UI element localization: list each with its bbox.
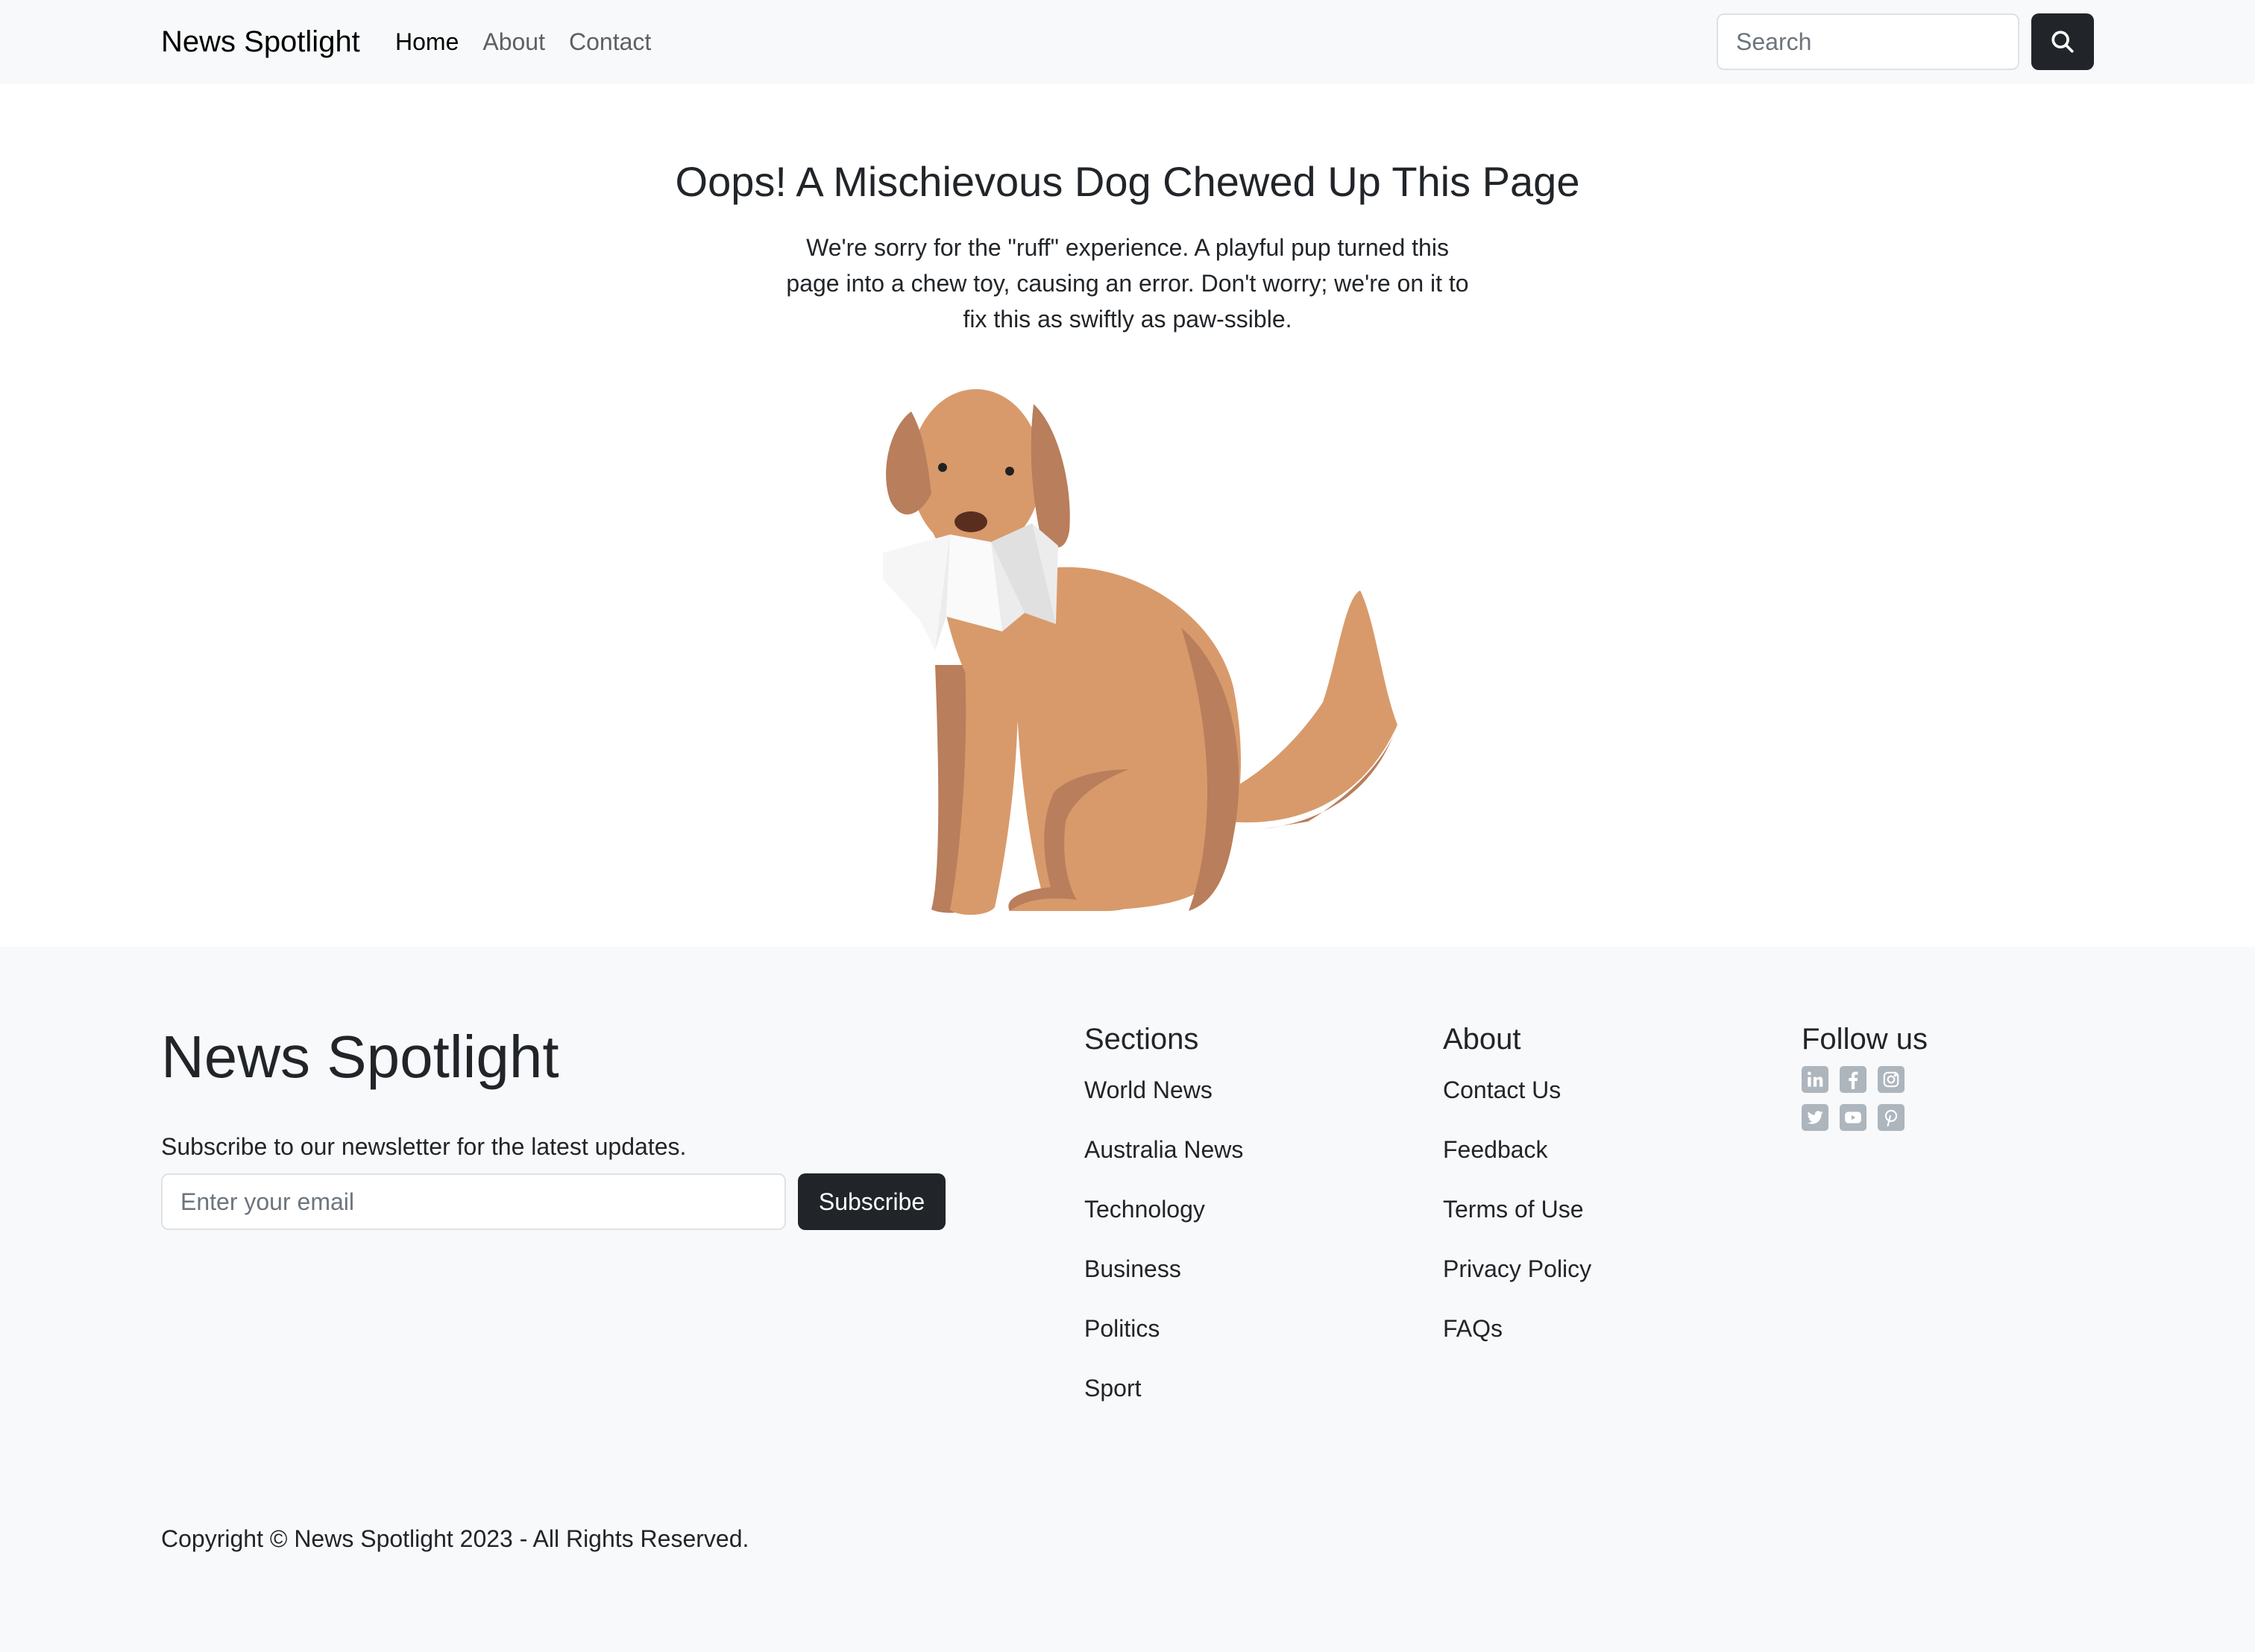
- sections-list: World News Australia News Technology Bus…: [1084, 1072, 1243, 1430]
- email-input[interactable]: [161, 1173, 786, 1230]
- facebook-icon[interactable]: [1840, 1066, 1866, 1093]
- copyright: Copyright © News Spotlight 2023 - All Ri…: [161, 1525, 749, 1552]
- sections-heading: Sections: [1084, 1023, 1199, 1056]
- footer-link-business[interactable]: Business: [1084, 1251, 1243, 1311]
- footer-link-politics[interactable]: Politics: [1084, 1311, 1243, 1370]
- nav-links: Home About Contact: [395, 22, 651, 61]
- pinterest-icon[interactable]: [1878, 1104, 1905, 1131]
- subscribe-button[interactable]: Subscribe: [798, 1173, 946, 1230]
- nav-link-about[interactable]: About: [482, 22, 545, 61]
- error-main: Oops! A Mischievous Dog Chewed Up This P…: [0, 83, 2255, 947]
- dog-illustration: [883, 389, 1397, 915]
- footer-link-australia-news[interactable]: Australia News: [1084, 1132, 1243, 1191]
- search-input[interactable]: [1717, 13, 2019, 70]
- twitter-icon[interactable]: [1802, 1104, 1828, 1131]
- footer: News Spotlight Subscribe to our newslett…: [0, 947, 2255, 1652]
- footer-link-privacy[interactable]: Privacy Policy: [1443, 1251, 1591, 1311]
- footer-link-world-news[interactable]: World News: [1084, 1072, 1243, 1132]
- follow-heading: Follow us: [1802, 1023, 1928, 1056]
- error-title: Oops! A Mischievous Dog Chewed Up This P…: [675, 158, 1580, 205]
- search-button[interactable]: [2031, 13, 2094, 70]
- footer-link-terms[interactable]: Terms of Use: [1443, 1191, 1591, 1251]
- footer-link-contact-us[interactable]: Contact Us: [1443, 1072, 1591, 1132]
- search-icon: [2051, 31, 2074, 53]
- nav-link-home[interactable]: Home: [395, 22, 459, 61]
- navbar: News Spotlight Home About Contact: [0, 0, 2255, 83]
- footer-brand: News Spotlight: [161, 1024, 559, 1090]
- nav-link-contact[interactable]: Contact: [569, 22, 651, 61]
- newsletter-text: Subscribe to our newsletter for the late…: [161, 1133, 687, 1160]
- error-message: We're sorry for the "ruff" experience. A…: [786, 234, 1469, 332]
- about-list: Contact Us Feedback Terms of Use Privacy…: [1443, 1072, 1591, 1370]
- youtube-icon[interactable]: [1840, 1104, 1866, 1131]
- about-heading: About: [1443, 1023, 1521, 1056]
- footer-link-faqs[interactable]: FAQs: [1443, 1311, 1591, 1370]
- instagram-icon[interactable]: [1878, 1066, 1905, 1093]
- footer-link-feedback[interactable]: Feedback: [1443, 1132, 1591, 1191]
- footer-link-technology[interactable]: Technology: [1084, 1191, 1243, 1251]
- footer-link-sport[interactable]: Sport: [1084, 1370, 1243, 1430]
- linkedin-icon[interactable]: [1802, 1066, 1828, 1093]
- navbar-brand[interactable]: News Spotlight: [161, 21, 360, 63]
